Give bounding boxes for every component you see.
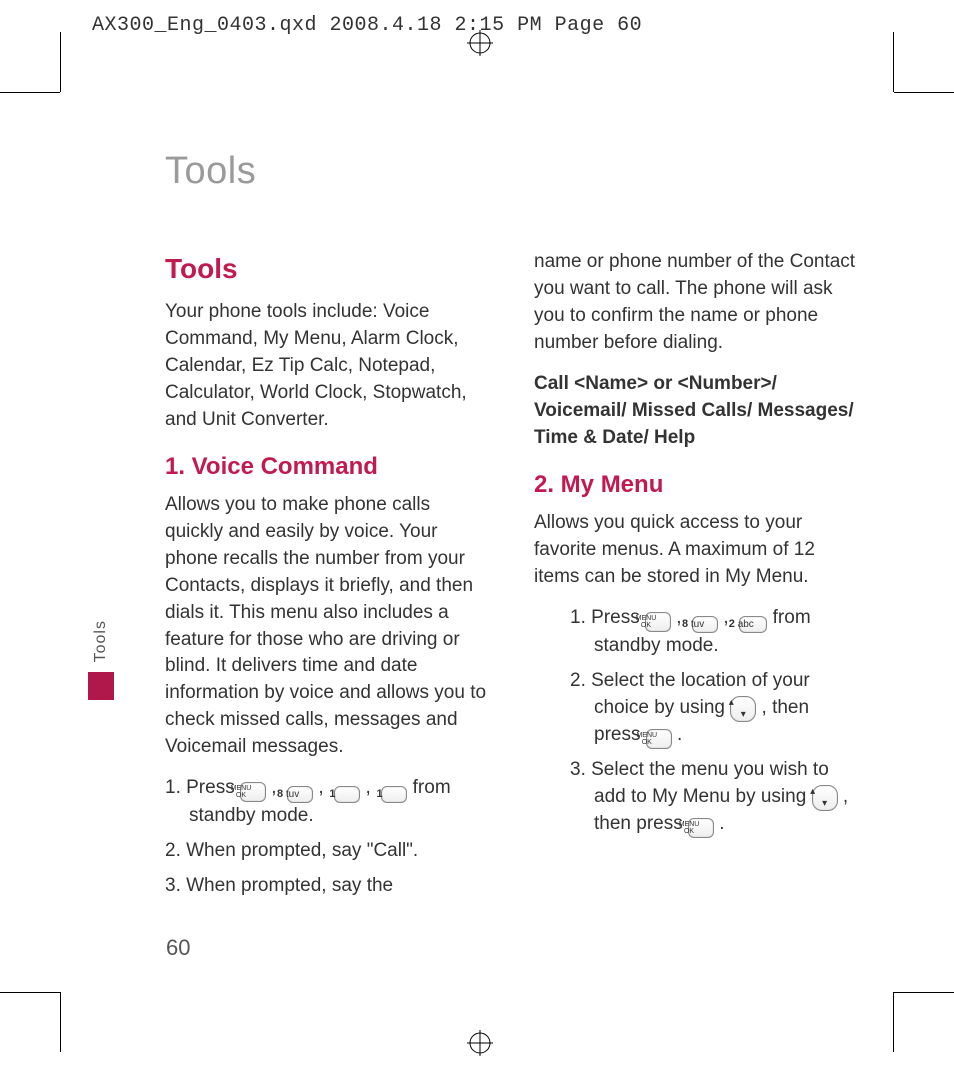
crop-mark [893,992,894,1052]
voice-step-3-cont: name or phone number of the Contact you … [534,249,859,357]
key-1-icon: 1 [381,786,407,803]
mymenu-step-1: 1. Press MENUOK , 8 tuv , 2 abc from sta… [570,605,859,660]
side-tab-label: Tools [92,620,110,662]
crop-mark [894,992,954,993]
crop-mark [0,992,60,993]
crop-mark [60,32,61,92]
tools-intro: Your phone tools include: Voice Command,… [165,299,490,434]
mymenu-step-3: 3. Select the menu you wish to add to My… [570,757,859,838]
crop-mark [893,32,894,92]
key-8-icon: 8 tuv [287,786,313,803]
voice-step-2: 2. When prompted, say "Call". [165,838,490,865]
print-slug: AX300_Eng_0403.qxd 2008.4.18 2:15 PM Pag… [92,14,642,37]
heading-my-menu: 2. My Menu [534,468,859,502]
mymenu-step-2: 2. Select the location of your choice by… [570,668,859,749]
key-1-icon: 1 [334,786,360,803]
column-left: Tools Your phone tools include: Voice Co… [165,249,490,908]
key-2-icon: 2 abc [739,616,767,633]
nav-key-icon: ▴▾ [730,696,756,722]
voice-commands-list: Call <Name> or <Number>/ Voicemail/ Miss… [534,371,859,452]
menu-ok-key-icon: MENUOK [646,729,672,749]
crop-mark [60,992,61,1052]
my-menu-body: Allows you quick access to your favorite… [534,510,859,591]
voice-step-3: 3. When prompted, say the [165,873,490,900]
key-8-icon: 8 tuv [692,616,718,633]
registration-mark-icon [467,1030,493,1056]
voice-command-body: Allows you to make phone calls quickly a… [165,492,490,762]
heading-voice-command: 1. Voice Command [165,450,490,484]
page-number: 60 [166,935,190,961]
crop-mark [894,92,954,93]
voice-step-1: 1. Press MENUOK , 8 tuv , 1 , 1 from sta… [165,775,490,830]
heading-tools: Tools [165,249,490,289]
side-tab-bar [88,672,114,700]
menu-ok-key-icon: MENUOK [240,782,266,802]
page-title: Tools [165,150,865,193]
crop-mark [0,92,60,93]
column-right: name or phone number of the Contact you … [534,249,859,908]
menu-ok-key-icon: MENUOK [688,818,714,838]
nav-key-icon: ▴▾ [812,785,838,811]
registration-mark-icon [467,30,493,56]
side-tab: Tools [88,620,116,700]
menu-ok-key-icon: MENUOK [645,612,671,632]
